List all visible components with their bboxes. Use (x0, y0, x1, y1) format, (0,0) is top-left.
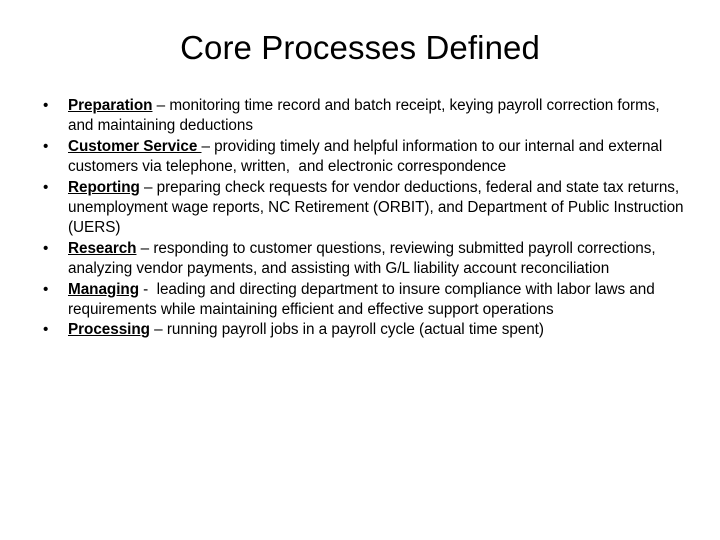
slide-canvas: Core Processes Defined • Preparation – mo… (0, 0, 720, 540)
list-item: • Managing - leading and directing depart… (36, 280, 688, 321)
bullet-icon: • (43, 321, 49, 339)
list-item: • Research – responding to customer quest… (36, 239, 688, 280)
process-description: – responding to customer questions, revi… (68, 239, 660, 278)
process-term: Customer Service (68, 137, 202, 155)
bullet-icon: • (43, 239, 49, 257)
bullet-icon: • (43, 178, 49, 196)
process-description: – monitoring time record and batch recei… (68, 97, 664, 135)
core-processes-list: • Preparation – monitoring time record an… (36, 96, 688, 341)
process-term: Processing (68, 321, 150, 339)
bullet-icon: • (43, 97, 49, 114)
content-body: • Preparation – monitoring time record an… (36, 96, 688, 341)
process-description: – preparing check requests for vendor de… (68, 178, 688, 237)
page-title: Core Processes Defined (180, 29, 540, 66)
bullet-icon: • (43, 137, 49, 155)
bullet-icon: • (43, 280, 49, 298)
process-term: Managing (68, 280, 139, 298)
list-item: • Preparation – monitoring time record an… (36, 96, 688, 137)
process-description: – running payroll jobs in a payroll cycl… (149, 321, 544, 339)
list-item: • Reporting – preparing check requests fo… (36, 178, 688, 239)
process-term: Reporting (68, 178, 140, 196)
list-item: • Customer Service – providing timely and… (36, 137, 688, 178)
list-item: • Processing – running payroll jobs in a … (36, 320, 688, 340)
process-term: Preparation (68, 97, 153, 114)
process-term: Research (68, 239, 137, 257)
process-description: - leading and directing department to in… (68, 280, 659, 319)
